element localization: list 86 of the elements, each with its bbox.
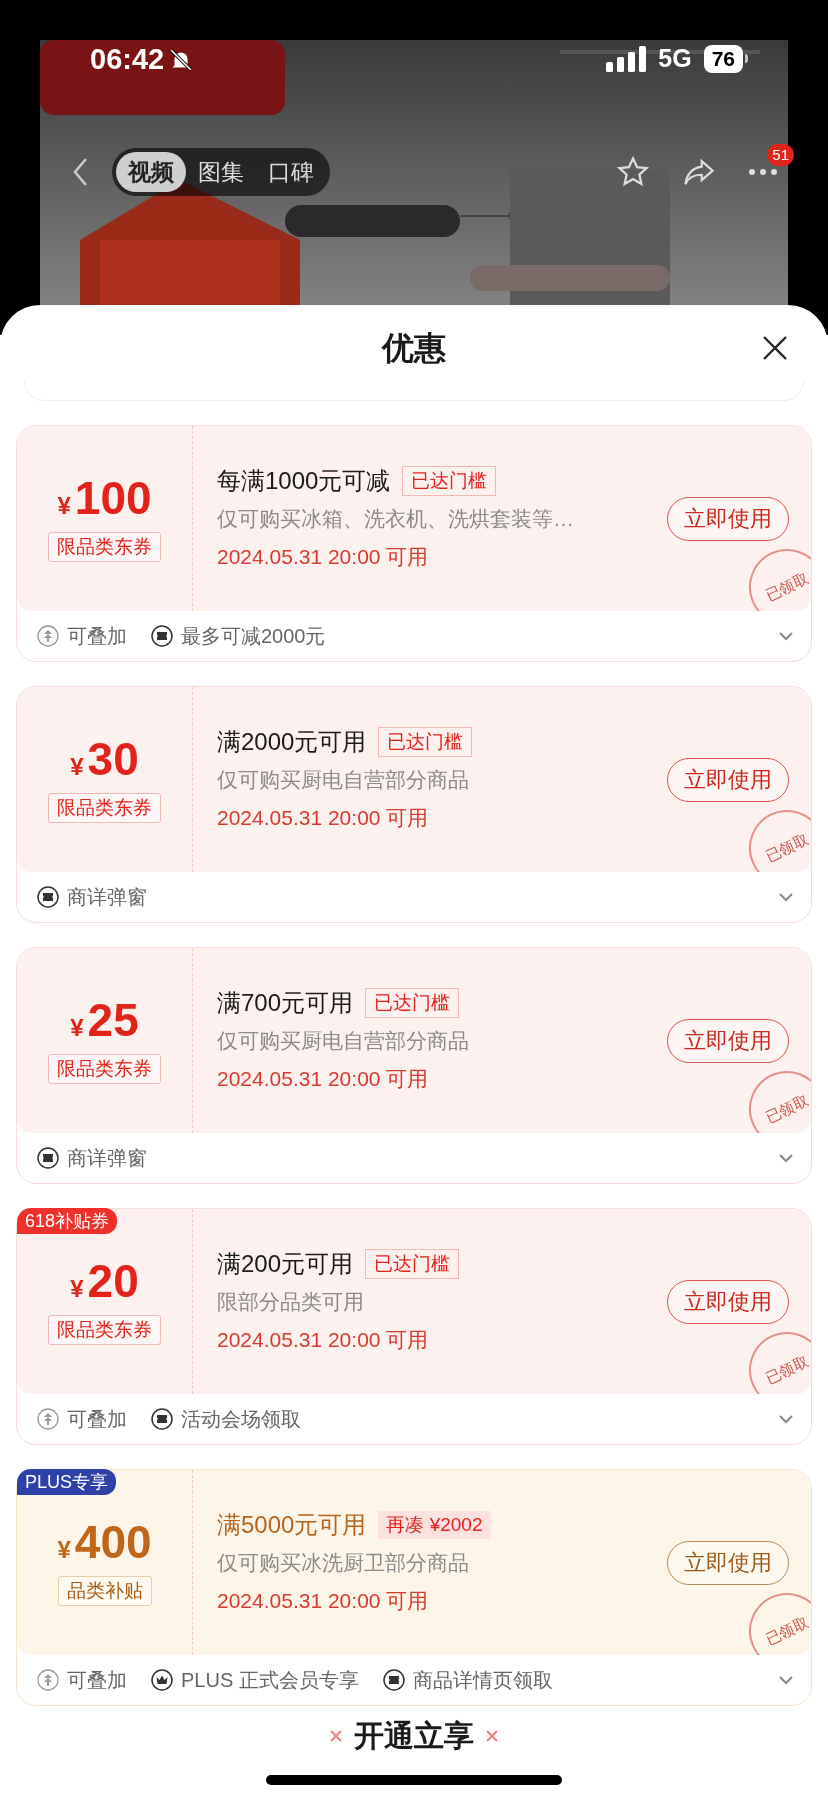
currency-sign: ¥	[70, 1013, 84, 1043]
coupon-type-tag: 品类补贴	[57, 1576, 152, 1606]
currency-sign: ¥	[57, 1535, 71, 1565]
coupon-feature: 可叠加	[67, 624, 127, 649]
cross-mark-icon	[486, 1730, 498, 1742]
use-now-button[interactable]: 立即使用	[667, 1279, 789, 1324]
coupon-card[interactable]: 618补贴券 ¥20 限品类东券 满200元可用 已达门槛 限部分品类可用 2024.05.31 20:00 可用 立即使用 已领取 可叠加 活动会场领取	[16, 1208, 812, 1445]
sheet-title: 优惠	[382, 329, 446, 368]
chevron-down-icon[interactable]	[777, 1152, 795, 1164]
threshold-badge: 已达门槛	[365, 1248, 460, 1279]
media-tab[interactable]: 口碑	[256, 152, 326, 192]
coupon-amount: 20	[87, 1258, 139, 1304]
coupon-title: 满700元可用	[217, 987, 354, 1018]
coupon-feature: 商品详情页领取	[412, 1668, 553, 1693]
share-icon[interactable]	[682, 157, 716, 187]
star-icon[interactable]	[616, 155, 650, 189]
use-now-button[interactable]: 立即使用	[667, 757, 789, 802]
ticket-icon	[151, 1408, 173, 1430]
notification-badge: 51	[767, 144, 794, 166]
chevron-down-icon[interactable]	[777, 1413, 795, 1425]
coupon-description: 仅可购买冰洗厨卫部分商品	[217, 1549, 470, 1576]
threshold-badge: 再凑 ¥2002	[378, 1510, 491, 1539]
coupon-description: 仅可购买厨电自营部分商品	[217, 766, 470, 793]
coupon-feature: 商详弹窗	[67, 885, 147, 910]
coupon-feature: PLUS 正式会员专享	[181, 1668, 359, 1693]
currency-sign: ¥	[57, 491, 71, 521]
ticket-icon	[37, 886, 59, 908]
coupon-card[interactable]: PLUS专享 ¥400 品类补贴 满5000元可用 再凑 ¥2002 仅可购买冰洗厨卫部分商品 2024.05.31 20:00 可用 立即使用 已领取 可叠加 PLUS 正式会员专享 商品详情页领取	[16, 1469, 812, 1706]
coupon-type-tag: 限品类东券	[48, 1315, 161, 1345]
coupon-card[interactable]: ¥30 限品类东券 满2000元可用 已达门槛 仅可购买厨电自营部分商品 2024.05.31 20:00 可用 立即使用 已领取 商详弹窗	[16, 686, 812, 923]
stack-icon	[37, 1408, 59, 1430]
coupon-feature: 可叠加	[67, 1407, 127, 1432]
open-membership-link[interactable]: 开通立享	[354, 1718, 474, 1754]
more-icon[interactable]	[748, 168, 778, 176]
coupon-card[interactable]: ¥100 限品类东券 每满1000元可减 已达门槛 仅可购买冰箱、洗衣机、洗烘套装等… 2024.05.31 20:00 可用 立即使用 已领取 可叠加 最多可减2000元	[16, 425, 812, 662]
stack-icon	[37, 1669, 59, 1691]
crown-icon	[151, 1669, 173, 1691]
stack-icon	[37, 625, 59, 647]
coupon-feature: 商详弹窗	[67, 1146, 147, 1171]
coupon-amount: 100	[74, 475, 152, 521]
valid-date: 2024.05.31 20:00 可用	[217, 543, 430, 570]
coupon-feature: 活动会场领取	[181, 1407, 301, 1432]
ticket-icon	[382, 1669, 405, 1691]
coupon-feature: 可叠加	[67, 1668, 127, 1693]
use-now-button[interactable]: 立即使用	[667, 1018, 789, 1063]
currency-sign: ¥	[70, 752, 84, 782]
threshold-badge: 已达门槛	[378, 726, 473, 757]
close-icon[interactable]	[762, 335, 788, 361]
chevron-down-icon[interactable]	[777, 630, 795, 642]
media-tab[interactable]: 视频	[116, 152, 186, 192]
coupon-amount: 400	[74, 1519, 152, 1565]
coupon-title: 满200元可用	[217, 1248, 354, 1279]
ticket-icon	[151, 625, 173, 647]
valid-date: 2024.05.31 20:00 可用	[217, 1326, 430, 1353]
network-type: 5G	[658, 43, 692, 74]
coupon-type-tag: 限品类东券	[48, 532, 161, 562]
currency-sign: ¥	[70, 1274, 84, 1304]
coupon-type-tag: 限品类东券	[48, 1054, 161, 1084]
coupon-amount: 30	[87, 736, 139, 782]
chevron-down-icon[interactable]	[777, 891, 795, 903]
coupon-feature: 最多可减2000元	[181, 624, 326, 649]
corner-label: 618补贴券	[17, 1208, 118, 1234]
signal-icon	[606, 45, 647, 72]
valid-date: 2024.05.31 20:00 可用	[217, 1065, 430, 1092]
chevron-down-icon[interactable]	[777, 1674, 795, 1686]
threshold-badge: 已达门槛	[402, 465, 497, 496]
coupon-title: 满5000元可用	[217, 1509, 367, 1540]
valid-date: 2024.05.31 20:00 可用	[217, 804, 430, 831]
coupon-amount: 25	[87, 997, 139, 1043]
ticket-icon	[37, 1147, 59, 1169]
coupon-title: 每满1000元可减	[217, 465, 391, 496]
bell-off-icon	[168, 46, 195, 73]
status-time: 06:42	[90, 42, 165, 77]
threshold-badge: 已达门槛	[365, 987, 460, 1018]
valid-date: 2024.05.31 20:00 可用	[217, 1587, 430, 1614]
use-now-button[interactable]: 立即使用	[667, 1540, 789, 1585]
cross-mark-icon	[330, 1730, 342, 1742]
media-tab[interactable]: 图集	[186, 152, 256, 192]
coupon-description: 限部分品类可用	[217, 1288, 365, 1315]
coupon-description: 仅可购买厨电自营部分商品	[217, 1027, 470, 1054]
coupon-card[interactable]: ¥25 限品类东券 满700元可用 已达门槛 仅可购买厨电自营部分商品 2024.05.31 20:00 可用 立即使用 已领取 商详弹窗	[16, 947, 812, 1184]
coupon-type-tag: 限品类东券	[48, 793, 161, 823]
coupon-description: 仅可购买冰箱、洗衣机、洗烘套装等…	[217, 505, 575, 532]
corner-label: PLUS专享	[17, 1469, 117, 1495]
use-now-button[interactable]: 立即使用	[667, 496, 789, 541]
coupon-title: 满2000元可用	[217, 726, 367, 757]
